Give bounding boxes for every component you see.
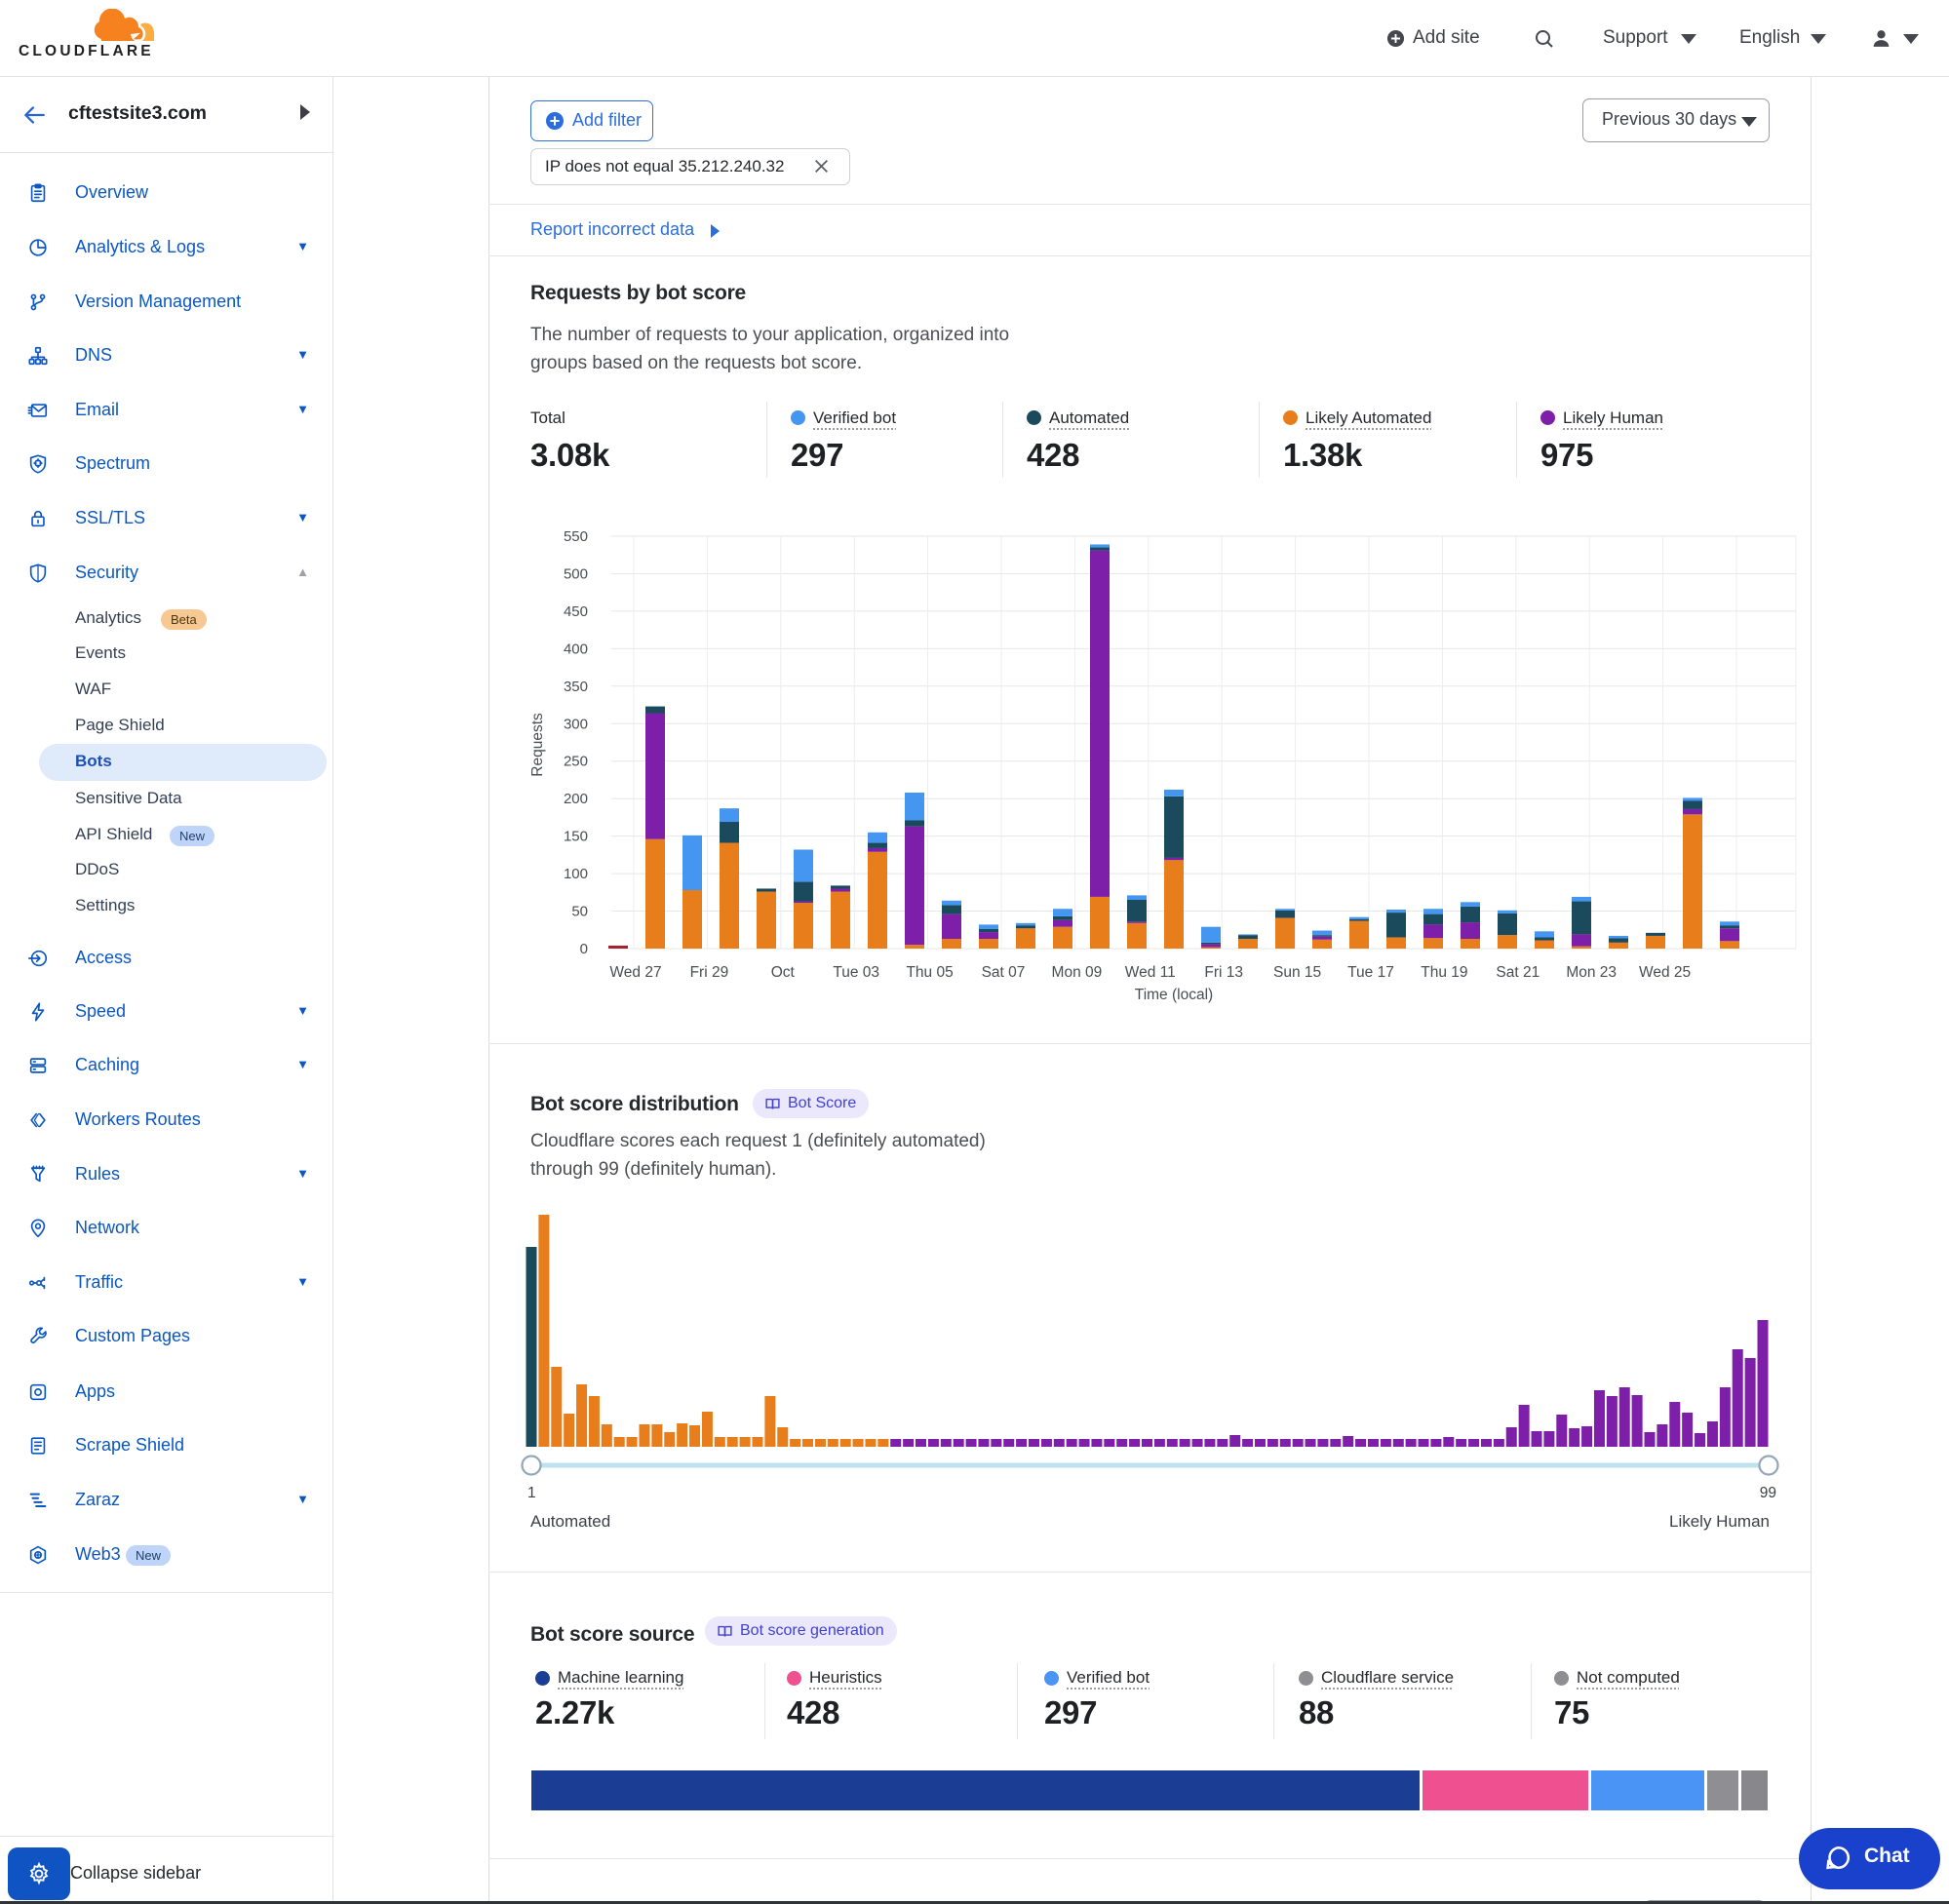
svg-text:300: 300	[564, 716, 588, 732]
svg-text:550: 550	[564, 528, 588, 545]
svg-text:Wed 25: Wed 25	[1639, 964, 1691, 981]
svg-text:Tue 17: Tue 17	[1347, 964, 1394, 981]
svg-text:Thu 19: Thu 19	[1421, 964, 1467, 981]
svg-text:Automated: Automated	[530, 1512, 610, 1531]
svg-text:Fri 13: Fri 13	[1204, 964, 1243, 981]
svg-text:200: 200	[564, 791, 588, 807]
svg-text:Oct: Oct	[771, 964, 796, 981]
svg-text:350: 350	[564, 679, 588, 695]
svg-text:Time (local): Time (local)	[1135, 987, 1213, 1003]
svg-text:1: 1	[527, 1485, 536, 1501]
svg-text:450: 450	[564, 603, 588, 620]
svg-text:Requests: Requests	[529, 713, 546, 777]
svg-text:Mon 23: Mon 23	[1566, 964, 1617, 981]
svg-text:Mon 09: Mon 09	[1052, 964, 1103, 981]
svg-text:Sat 21: Sat 21	[1496, 964, 1540, 981]
svg-text:Wed 27: Wed 27	[609, 964, 661, 981]
svg-text:150: 150	[564, 829, 588, 845]
svg-text:Sun 15: Sun 15	[1273, 964, 1321, 981]
svg-text:500: 500	[564, 566, 588, 583]
svg-text:Tue 03: Tue 03	[833, 964, 879, 981]
svg-text:Thu 05: Thu 05	[906, 964, 953, 981]
svg-text:50: 50	[571, 904, 588, 920]
svg-text:100: 100	[564, 866, 588, 882]
svg-text:400: 400	[564, 641, 588, 657]
svg-text:0: 0	[580, 941, 588, 957]
svg-text:Likely Human: Likely Human	[1669, 1512, 1770, 1531]
svg-text:250: 250	[564, 754, 588, 770]
svg-text:Sat 07: Sat 07	[982, 964, 1026, 981]
svg-text:Fri 29: Fri 29	[690, 964, 729, 981]
svg-text:99: 99	[1760, 1485, 1776, 1501]
svg-text:Wed 11: Wed 11	[1125, 964, 1176, 981]
